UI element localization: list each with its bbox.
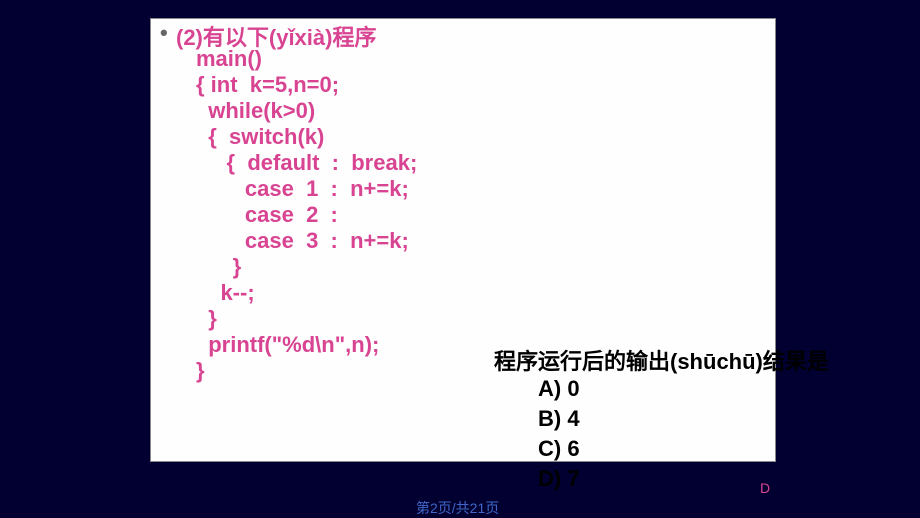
answer-label: D xyxy=(760,480,770,496)
bullet: • xyxy=(160,20,168,46)
question-text: 程序运行后的输出(shūchū)结果是 xyxy=(494,344,829,376)
option-b: B) 4 xyxy=(538,404,580,434)
code-block: main() { int k=5,n=0; while(k>0) { switc… xyxy=(196,46,417,384)
option-d: D) 7 xyxy=(538,464,580,494)
page-number: 第2页/共21页 xyxy=(416,498,499,518)
option-c: C) 6 xyxy=(538,434,580,464)
answer-options: A) 0 B) 4 C) 6 D) 7 xyxy=(538,374,580,494)
option-a: A) 0 xyxy=(538,374,580,404)
